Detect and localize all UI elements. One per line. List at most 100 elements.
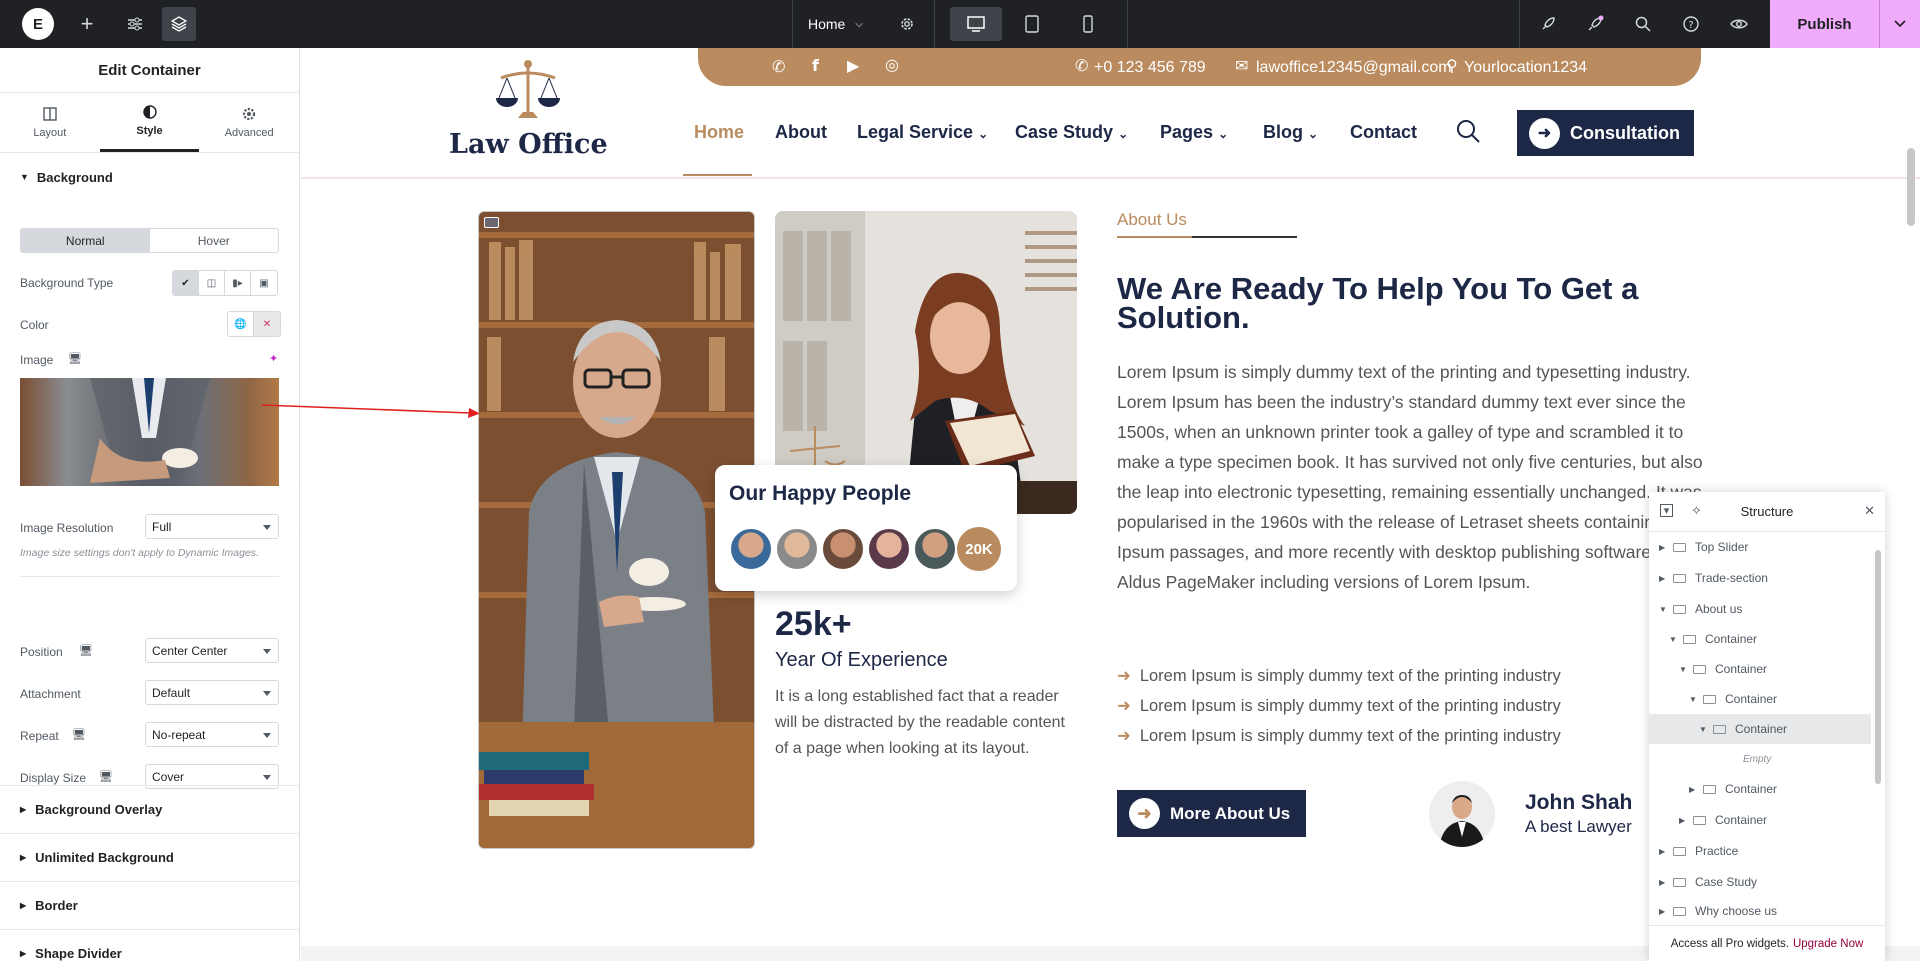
- nav-home[interactable]: Home: [694, 122, 744, 143]
- arrow-right-icon: ➜: [1117, 667, 1131, 685]
- structure-item[interactable]: ▶ Case Study: [1649, 867, 1871, 897]
- color-label: Color: [20, 318, 49, 332]
- position-select[interactable]: Center Center: [145, 638, 279, 663]
- close-icon[interactable]: ✕: [1864, 503, 1875, 519]
- page-selector[interactable]: Home ⌵: [808, 0, 863, 48]
- consultation-button[interactable]: ➜ Consultation: [1517, 110, 1694, 156]
- ai-sparkle-icon[interactable]: ✦: [269, 352, 278, 365]
- panel-tabs: Layout Style Advanced: [0, 93, 299, 153]
- help-icon[interactable]: ?: [1678, 0, 1704, 48]
- nav-blog[interactable]: Blog ⌄: [1263, 122, 1318, 143]
- container-icon: [1673, 542, 1686, 552]
- happy-people-card: Our Happy People 20K: [715, 465, 1017, 591]
- brush-icon[interactable]: ✔: [173, 271, 199, 295]
- tab-style[interactable]: Style: [99, 93, 200, 152]
- desktop-icon[interactable]: 🖥: [72, 728, 86, 741]
- tab-advanced[interactable]: Advanced: [199, 93, 299, 152]
- consultation-label: Consultation: [1570, 122, 1680, 143]
- phone-number[interactable]: +0 123 456 789: [1094, 59, 1206, 77]
- preview-eye-icon[interactable]: [1726, 0, 1752, 48]
- structure-item[interactable]: ▶ Container: [1649, 805, 1871, 835]
- search-icon[interactable]: [1630, 0, 1656, 48]
- page-settings-gear-icon[interactable]: [894, 0, 920, 48]
- desktop-icon[interactable]: 🖥: [68, 352, 82, 365]
- mail-icon: ✉: [1235, 58, 1249, 75]
- desktop-icon[interactable]: 🖥: [99, 770, 113, 783]
- instagram-icon[interactable]: ◎: [885, 55, 899, 75]
- nav-legal-service[interactable]: Legal Service ⌄: [857, 122, 988, 143]
- location-text[interactable]: Yourlocation1234: [1464, 59, 1587, 77]
- globe-icon[interactable]: 🌐: [228, 312, 254, 336]
- tablet-view-icon[interactable]: [1016, 0, 1048, 48]
- image-resolution-select[interactable]: Full: [145, 514, 279, 539]
- structure-item-label: Container: [1715, 662, 1768, 676]
- email-address[interactable]: lawoffice12345@gmail.com: [1256, 59, 1452, 77]
- arrow-right-icon: ➜: [1529, 117, 1560, 149]
- search-icon[interactable]: [1456, 119, 1480, 148]
- site-logo[interactable]: Law Office: [449, 58, 608, 160]
- upgrade-now-link[interactable]: Upgrade Now: [1793, 938, 1863, 950]
- shape-divider-section[interactable]: ▶ Shape Divider: [0, 929, 299, 961]
- position-label: Position: [20, 645, 63, 659]
- slideshow-icon[interactable]: ▣: [251, 271, 277, 295]
- background-image-preview[interactable]: [20, 378, 279, 486]
- canvas-scrollbar[interactable]: [1907, 148, 1915, 226]
- caret-right-icon: ▶: [1659, 573, 1666, 583]
- structure-item[interactable]: ▼ Container: [1649, 654, 1871, 684]
- structure-item[interactable]: ▼ About us: [1649, 594, 1871, 624]
- tab-layout[interactable]: Layout: [0, 93, 100, 152]
- background-type-label: Background Type: [20, 276, 114, 290]
- structure-item-label: Container: [1725, 782, 1778, 796]
- structure-item[interactable]: ▶ Container: [1649, 774, 1871, 804]
- nav-contact[interactable]: Contact: [1350, 122, 1417, 143]
- section-title: Shape Divider: [35, 946, 122, 961]
- structure-item[interactable]: ▶ Why choose us: [1649, 898, 1871, 924]
- gradient-icon[interactable]: ◫: [199, 271, 225, 295]
- rocket-icon[interactable]: [1535, 0, 1561, 48]
- container-icon: [1673, 573, 1686, 583]
- nav-pages[interactable]: Pages ⌄: [1160, 122, 1228, 143]
- structure-scrollbar[interactable]: [1875, 550, 1881, 784]
- color-swatch-empty[interactable]: ✕: [254, 312, 280, 336]
- unlimited-background-section[interactable]: ▶ Unlimited Background: [0, 833, 299, 881]
- desktop-icon[interactable]: 🖥: [79, 644, 93, 657]
- notifications-icon[interactable]: [1582, 0, 1608, 48]
- lawyer-portrait-image[interactable]: [478, 211, 755, 849]
- container-handle-icon[interactable]: [484, 217, 499, 228]
- background-overlay-section[interactable]: ▶ Background Overlay: [0, 785, 299, 833]
- youtube-icon[interactable]: ▶: [847, 56, 859, 76]
- structure-item-label: Practice: [1695, 844, 1739, 858]
- structure-layers-icon[interactable]: [162, 7, 196, 41]
- mobile-view-icon[interactable]: [1072, 0, 1104, 48]
- structure-item[interactable]: ▶ Trade-section: [1649, 563, 1871, 593]
- more-about-us-button[interactable]: ➜ More About Us: [1117, 790, 1306, 837]
- repeat-select[interactable]: No-repeat: [145, 722, 279, 747]
- site-settings-icon[interactable]: [122, 0, 148, 48]
- container-icon: [1703, 694, 1716, 704]
- add-element-icon[interactable]: +: [74, 0, 100, 48]
- structure-item[interactable]: ▶ Practice: [1649, 836, 1871, 866]
- border-section[interactable]: ▶ Border: [0, 881, 299, 929]
- phone-icon: ✆: [1075, 58, 1089, 75]
- background-section-header[interactable]: ▼ Background: [0, 153, 299, 201]
- video-icon[interactable]: ▮▸: [225, 271, 251, 295]
- elementor-logo[interactable]: E: [22, 8, 54, 40]
- structure-item-selected[interactable]: ▼ Container: [1649, 714, 1871, 744]
- structure-item[interactable]: ▼ Container: [1649, 624, 1871, 654]
- publish-label: Publish: [1797, 15, 1852, 33]
- hover-tab[interactable]: Hover: [150, 229, 279, 252]
- desktop-view-icon[interactable]: [950, 7, 1002, 41]
- normal-tab[interactable]: Normal: [21, 229, 150, 252]
- nav-case-study[interactable]: Case Study ⌄: [1015, 122, 1128, 143]
- chevron-down-icon[interactable]: [1879, 0, 1920, 48]
- structure-item[interactable]: ▶ Top Slider: [1649, 532, 1871, 562]
- facebook-icon[interactable]: f: [812, 56, 819, 75]
- caret-right-icon: ▶: [20, 853, 27, 862]
- caret-down-icon: ▼: [1659, 604, 1667, 614]
- whatsapp-icon[interactable]: ✆: [772, 57, 785, 77]
- attachment-select[interactable]: Default: [145, 680, 279, 705]
- caret-right-icon: ▶: [20, 949, 27, 958]
- structure-item[interactable]: ▼ Container: [1649, 684, 1871, 714]
- publish-button[interactable]: Publish: [1770, 0, 1920, 48]
- nav-about[interactable]: About: [775, 122, 827, 143]
